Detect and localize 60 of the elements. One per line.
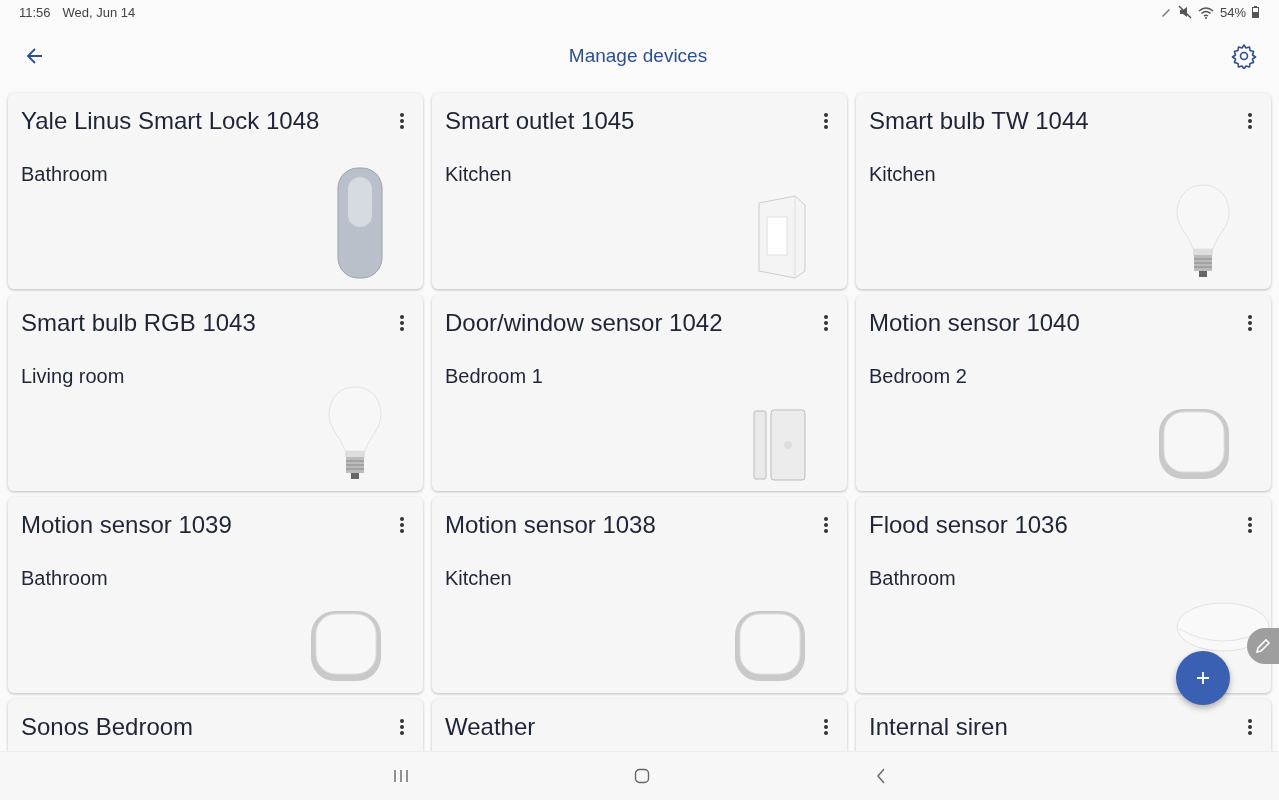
back-icon[interactable] [876,768,887,784]
device-name: Flood sensor 1036 [869,511,1068,539]
plus-icon [1196,671,1210,685]
device-name: Motion sensor 1039 [21,511,232,539]
device-name: Smart bulb RGB 1043 [21,309,256,337]
more-options-icon[interactable] [1247,112,1253,130]
more-options-icon[interactable] [399,112,405,130]
back-arrow-icon[interactable] [25,46,45,66]
device-card[interactable]: Motion sensor 1039 Bathroom [8,497,423,693]
device-card[interactable]: Sonos Bedroom [8,699,423,751]
device-name: Internal siren [869,713,1008,741]
more-options-icon[interactable] [823,516,829,534]
device-name: Door/window sensor 1042 [445,309,723,337]
home-icon[interactable] [634,768,651,784]
more-options-icon[interactable] [1247,516,1253,534]
device-card[interactable]: Smart bulb TW 1044 Kitchen [856,93,1271,289]
device-card[interactable]: Door/window sensor 1042 Bedroom 1 [432,295,847,491]
device-room: Bathroom [21,163,109,186]
device-room: Bedroom 2 [869,365,968,388]
device-card[interactable]: Motion sensor 1040 Bedroom 2 [856,295,1271,491]
device-name: Sonos Bedroom [21,713,194,741]
device-name: Motion sensor 1040 [869,309,1080,337]
device-name: Weather [445,713,536,741]
device-card[interactable]: Smart bulb RGB 1043 Living room [8,295,423,491]
device-room: Bedroom 1 [445,365,544,388]
device-card[interactable]: Flood sensor 1036 Bathroom [856,497,1271,693]
device-card[interactable]: Internal siren [856,699,1271,751]
more-options-icon[interactable] [823,112,829,130]
device-room: Living room [21,365,126,388]
more-options-icon[interactable] [1247,718,1253,736]
device-name: Motion sensor 1038 [445,511,656,539]
battery-icon [1252,6,1259,18]
more-options-icon[interactable] [823,718,829,736]
device-card[interactable]: Yale Linus Smart Lock 1048 Bathroom [8,93,423,289]
device-name: Smart outlet 1045 [445,107,635,135]
more-options-icon[interactable] [399,516,405,534]
page-title: Manage devices [568,45,708,67]
device-card[interactable]: Weather [432,699,847,751]
wifi-icon [1197,5,1214,19]
pencil-icon [1255,638,1271,654]
device-name: Smart bulb TW 1044 [869,107,1089,135]
status-time: 11:56 [19,4,51,20]
device-card[interactable]: Motion sensor 1038 Kitchen [432,497,847,693]
device-room: Bathroom [869,567,957,590]
status-date: Wed, Jun 14 [62,4,136,20]
more-options-icon[interactable] [399,718,405,736]
device-room: Bathroom [21,567,109,590]
recent-apps-icon[interactable] [392,769,409,783]
more-options-icon[interactable] [823,314,829,332]
more-options-icon[interactable] [399,314,405,332]
contact-sensor-drawing [753,409,807,481]
device-card[interactable]: Smart outlet 1045 Kitchen [432,93,847,289]
battery-percent: 54% [1219,4,1246,20]
device-room: Kitchen [445,567,513,590]
device-name: Yale Linus Smart Lock 1048 [21,107,320,135]
mute-icon [1177,5,1192,19]
device-room: Kitchen [869,163,937,186]
settings-icon[interactable] [1231,43,1257,69]
more-options-icon[interactable] [1247,314,1253,332]
device-room: Kitchen [445,163,513,186]
